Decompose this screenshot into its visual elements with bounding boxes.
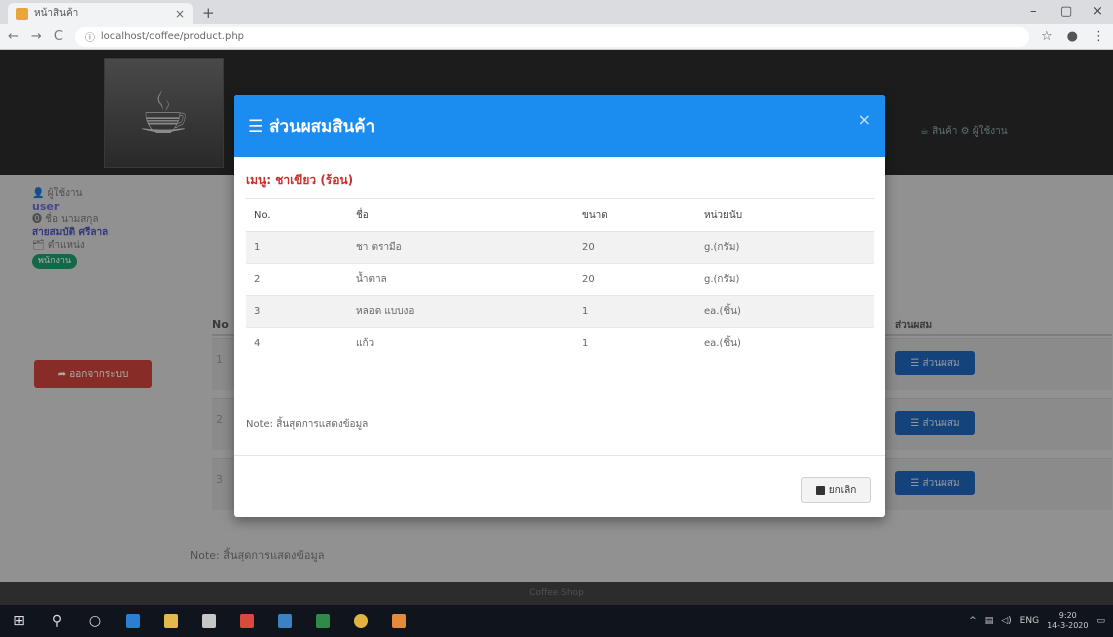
notification-icon[interactable]: ▭ xyxy=(1096,616,1105,626)
forward-icon[interactable]: → xyxy=(31,29,42,44)
store-icon[interactable] xyxy=(190,605,228,637)
cell-unit: g.(กรัม) xyxy=(696,263,874,296)
cell-name: น้ำตาล xyxy=(348,263,574,296)
ingredients-modal: ☰ ส่วนผสมสินค้า × เมนู: ชาเขียว (ร้อน) N… xyxy=(234,95,885,517)
address-bar: ← → C ⓘ localhost/coffee/product.php ☆ ●… xyxy=(0,24,1113,50)
col-header-name: ชื่อ xyxy=(348,198,574,232)
browser-tabbar: หน้าสินค้า × + – ▢ × xyxy=(0,0,1113,24)
modal-header: ☰ ส่วนผสมสินค้า × xyxy=(234,95,885,157)
task-view-icon[interactable]: ○ xyxy=(76,605,114,637)
bookmark-star-icon[interactable]: ☆ xyxy=(1041,29,1053,44)
browser-tab[interactable]: หน้าสินค้า × xyxy=(8,3,193,24)
table-row: 2 น้ำตาล 20 g.(กรัม) xyxy=(246,263,874,296)
language-indicator[interactable]: ENG xyxy=(1020,616,1039,626)
new-tab-button[interactable]: + xyxy=(202,4,215,22)
table-header-row: No. ชื่อ ขนาด หน่วยนับ xyxy=(246,198,874,232)
tab-title: หน้าสินค้า xyxy=(34,8,79,19)
volume-icon[interactable]: ◁) xyxy=(1001,616,1011,626)
table-row: 1 ชา ตรามือ 20 g.(กรัม) xyxy=(246,231,874,264)
cell-no: 2 xyxy=(246,263,348,296)
network-icon[interactable]: ▤ xyxy=(985,616,994,626)
cell-size: 1 xyxy=(574,295,696,328)
table-row: 4 แก้ว 1 ea.(ชิ้น) xyxy=(246,327,874,360)
menu-name-label: เมนู: ชาเขียว (ร้อน) xyxy=(246,173,354,187)
tray-chevron-icon[interactable]: ^ xyxy=(969,616,977,626)
clock[interactable]: 9:20 14-3-2020 xyxy=(1047,611,1088,631)
modal-close-icon[interactable]: × xyxy=(858,110,871,129)
cell-size: 20 xyxy=(574,263,696,296)
profile-icon[interactable]: ● xyxy=(1067,29,1078,44)
minimize-button[interactable]: – xyxy=(1030,4,1037,19)
cancel-button[interactable]: ยกเลิก xyxy=(801,477,871,503)
app-icon[interactable] xyxy=(228,605,266,637)
reload-icon[interactable]: C xyxy=(54,29,63,44)
chrome-icon[interactable] xyxy=(342,605,380,637)
favicon-icon xyxy=(16,7,28,20)
app-icon[interactable] xyxy=(380,605,418,637)
close-square-icon xyxy=(815,485,825,495)
cell-no: 4 xyxy=(246,327,348,360)
url-input[interactable]: ⓘ localhost/coffee/product.php xyxy=(74,26,1029,47)
col-header-size: ขนาด xyxy=(574,198,696,232)
edge-icon[interactable] xyxy=(114,605,152,637)
cell-no: 1 xyxy=(246,231,348,264)
table-row: 3 หลอด แบบงอ 1 ea.(ชิ้น) xyxy=(246,295,874,328)
modal-footer: ยกเลิก xyxy=(234,455,885,517)
cell-name: แก้ว xyxy=(348,327,574,360)
cell-name: หลอด แบบงอ xyxy=(348,295,574,328)
cell-no: 3 xyxy=(246,295,348,328)
ingredients-table: No. ชื่อ ขนาด หน่วยนับ 1 ชา ตรามือ 20 g.… xyxy=(246,198,874,360)
app-icon[interactable] xyxy=(266,605,304,637)
cell-name: ชา ตรามือ xyxy=(348,231,574,264)
start-icon[interactable]: ⊞ xyxy=(0,605,38,637)
back-icon[interactable]: ← xyxy=(8,29,19,44)
system-tray: ^ ▤ ◁) ENG 9:20 14-3-2020 ▭ xyxy=(969,605,1105,637)
cancel-label: ยกเลิก xyxy=(828,484,857,496)
maximize-button[interactable]: ▢ xyxy=(1060,4,1072,19)
url-text: localhost/coffee/product.php xyxy=(100,31,245,42)
cell-unit: ea.(ชิ้น) xyxy=(696,327,874,360)
window-close-button[interactable]: × xyxy=(1092,4,1103,19)
clock-time: 9:20 xyxy=(1058,611,1077,620)
cell-unit: g.(กรัม) xyxy=(696,231,874,264)
cell-size: 1 xyxy=(574,327,696,360)
excel-icon[interactable] xyxy=(304,605,342,637)
cell-size: 20 xyxy=(574,231,696,264)
col-header-unit: หน่วยนับ xyxy=(696,198,874,232)
col-header-no: No. xyxy=(246,198,348,232)
tab-close-icon[interactable]: × xyxy=(175,7,185,21)
info-icon[interactable]: ⓘ xyxy=(85,29,95,44)
cell-unit: ea.(ชิ้น) xyxy=(696,295,874,328)
windows-taskbar: ⊞ ⚲ ○ ^ ▤ ◁) ENG 9:20 14-3-2020 ▭ xyxy=(0,605,1113,637)
modal-note: Note: สิ้นสุดการแสดงข้อมูล xyxy=(246,419,369,430)
menu-icon[interactable]: ⋮ xyxy=(1092,29,1105,44)
file-explorer-icon[interactable] xyxy=(152,605,190,637)
modal-title: ☰ ส่วนผสมสินค้า xyxy=(248,116,376,137)
clock-date: 14-3-2020 xyxy=(1047,621,1089,630)
search-icon[interactable]: ⚲ xyxy=(38,605,76,637)
